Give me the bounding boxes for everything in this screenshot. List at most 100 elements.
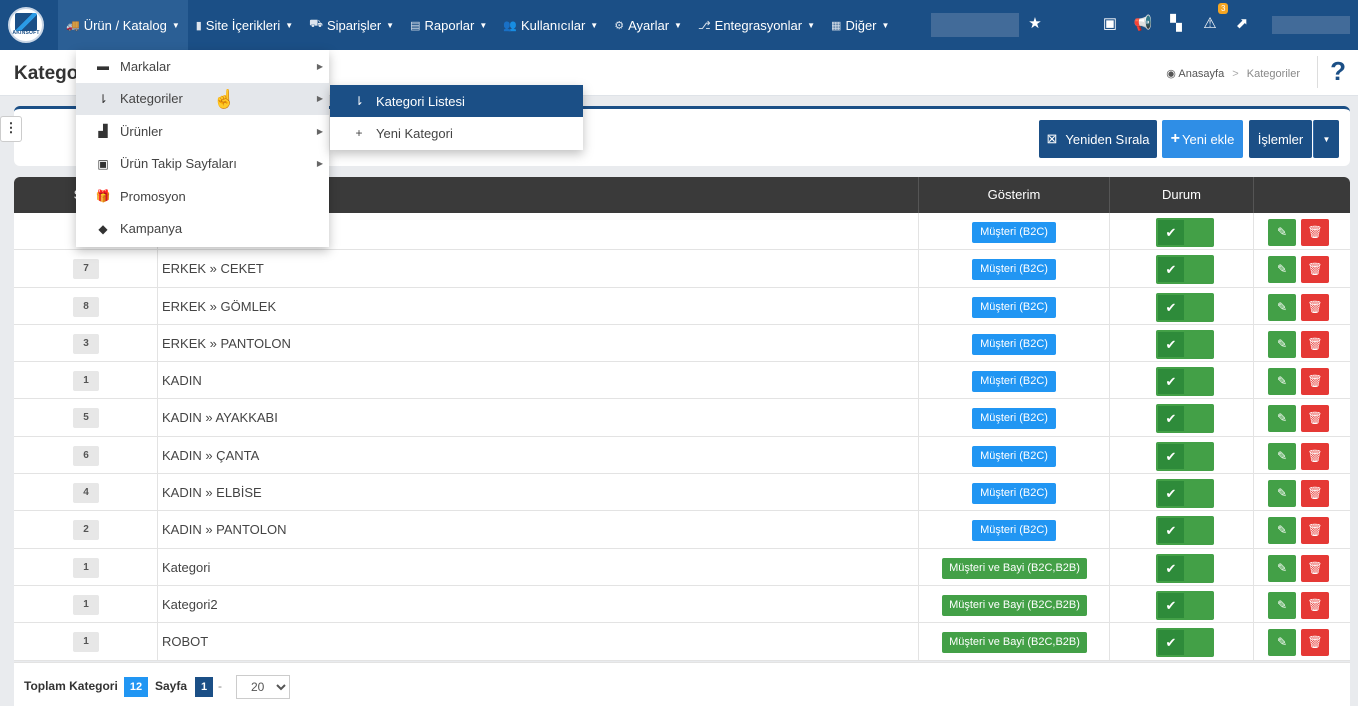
status-toggle[interactable]: ✔ bbox=[1156, 479, 1214, 509]
megaphone-icon[interactable]: 📢 bbox=[1133, 14, 1153, 32]
blurred-user-area[interactable] bbox=[1272, 16, 1350, 34]
category-name[interactable]: Kategori2 bbox=[162, 597, 218, 612]
delete-button[interactable]: 🗑 bbox=[1301, 442, 1329, 470]
external-link-icon[interactable]: ⬈ bbox=[1232, 14, 1252, 32]
menu-item-urunler[interactable]: ▟ Ürünler ▶ bbox=[76, 115, 329, 148]
menu-item-promosyon[interactable]: 🎁 Promosyon bbox=[76, 180, 329, 213]
page-size-select[interactable]: 20 bbox=[236, 675, 290, 699]
delete-button[interactable]: 🗑 bbox=[1301, 219, 1329, 246]
edit-button[interactable]: ✎ bbox=[1268, 480, 1296, 508]
nav-item-entegrasyonlar[interactable]: ⎇ Entegrasyonlar ▼ bbox=[690, 0, 823, 50]
category-name[interactable]: ERKEK » PANTOLON bbox=[162, 336, 291, 351]
menu-item-kampanya[interactable]: ◆ Kampanya bbox=[76, 213, 329, 246]
status-toggle[interactable]: ✔ bbox=[1156, 404, 1214, 434]
category-name[interactable]: ROBOT bbox=[162, 634, 208, 649]
reorder-button[interactable]: ⊠ Yeniden Sırala bbox=[1039, 120, 1157, 158]
edit-button[interactable]: ✎ bbox=[1268, 330, 1296, 358]
hand-pointer-icon: ☝ bbox=[213, 89, 236, 109]
order-badge: 3 bbox=[73, 333, 99, 354]
edit-button[interactable]: ✎ bbox=[1268, 219, 1296, 246]
check-icon: ✔ bbox=[1158, 220, 1184, 245]
edit-button[interactable]: ✎ bbox=[1268, 517, 1296, 545]
warning-icon[interactable]: ⚠ bbox=[1200, 14, 1220, 32]
nav-item-urun-katalog[interactable]: 🚚 Ürün / Katalog ▼ bbox=[58, 0, 188, 50]
category-name[interactable]: KADIN » ELBİSE bbox=[162, 485, 262, 500]
category-name[interactable]: ERKEK » GÖMLEK bbox=[162, 299, 276, 314]
status-toggle[interactable]: ✔ bbox=[1156, 255, 1214, 285]
nav-item-label: Raporlar bbox=[424, 17, 475, 33]
menu-item-urun-takip-sayfalari[interactable]: ▣ Ürün Takip Sayfaları ▶ bbox=[76, 148, 329, 181]
breadcrumb-current: Kategoriler bbox=[1246, 68, 1300, 80]
delete-button[interactable]: 🗑 bbox=[1301, 293, 1329, 321]
check-icon: ✔ bbox=[1158, 443, 1184, 469]
edit-button[interactable]: ✎ bbox=[1268, 405, 1296, 433]
delete-button[interactable]: 🗑 bbox=[1301, 256, 1329, 284]
status-toggle[interactable]: ✔ bbox=[1156, 367, 1214, 397]
edit-button[interactable]: ✎ bbox=[1268, 442, 1296, 470]
nav-item-raporlar[interactable]: ▤ Raporlar ▼ bbox=[402, 0, 495, 50]
check-icon: ✔ bbox=[1158, 518, 1184, 544]
star-icon[interactable]: ★ bbox=[1025, 14, 1045, 32]
delete-button[interactable]: 🗑 bbox=[1301, 330, 1329, 358]
menu-item-markalar[interactable]: ▬ Markalar ▶ bbox=[76, 50, 329, 83]
pencil-icon: ✎ bbox=[1276, 523, 1288, 538]
check-icon: ✔ bbox=[1158, 294, 1184, 320]
delete-button[interactable]: 🗑 bbox=[1301, 368, 1329, 396]
menu-item-kategoriler[interactable]: ⇂ Kategoriler ▶ bbox=[76, 82, 329, 115]
category-name[interactable]: KADIN bbox=[162, 373, 202, 388]
help-icon[interactable]: ? bbox=[1317, 56, 1346, 88]
actions-button[interactable]: İşlemler bbox=[1249, 120, 1312, 158]
delete-button[interactable]: 🗑 bbox=[1301, 517, 1329, 545]
status-toggle[interactable]: ✔ bbox=[1156, 292, 1214, 322]
edit-button[interactable]: ✎ bbox=[1268, 293, 1296, 321]
delete-button[interactable]: 🗑 bbox=[1301, 629, 1329, 657]
category-name[interactable]: KADIN » AYAKKABI bbox=[162, 410, 278, 425]
status-toggle[interactable]: ✔ bbox=[1156, 553, 1214, 583]
edit-button[interactable]: ✎ bbox=[1268, 591, 1296, 619]
add-new-label: Yeni ekle bbox=[1182, 131, 1235, 147]
caret-right-icon: ▶ bbox=[316, 94, 323, 104]
category-name[interactable]: KADIN » PANTOLON bbox=[162, 522, 287, 537]
document-icon[interactable]: ▣ bbox=[1100, 14, 1120, 32]
side-panel-toggle[interactable]: ⋮ bbox=[0, 116, 22, 142]
delete-button[interactable]: 🗑 bbox=[1301, 480, 1329, 508]
brand-logo[interactable]: AKINSOFT bbox=[8, 7, 44, 43]
status-toggle[interactable]: ✔ bbox=[1156, 218, 1214, 247]
current-page-badge[interactable]: 1 bbox=[195, 677, 213, 697]
edit-button[interactable]: ✎ bbox=[1268, 629, 1296, 657]
column-header-display[interactable]: Gösterim bbox=[918, 177, 1109, 213]
status-toggle[interactable]: ✔ bbox=[1156, 516, 1214, 546]
submenu-item-yeni-kategori[interactable]: + Yeni Kategori bbox=[330, 117, 583, 149]
breadcrumb: ◉ Anasayfa > Kategoriler bbox=[1166, 67, 1300, 80]
check-icon: ✔ bbox=[1158, 369, 1184, 395]
display-badge: Müşteri (B2C) bbox=[972, 259, 1056, 281]
edit-button[interactable]: ✎ bbox=[1268, 368, 1296, 396]
category-name[interactable]: ERKEK » CEKET bbox=[162, 261, 264, 276]
nav-item-diger[interactable]: ▦ Diğer ▼ bbox=[823, 0, 897, 50]
caret-right-icon: ▶ bbox=[316, 159, 323, 169]
actions-dropdown-toggle[interactable]: ▼ bbox=[1313, 120, 1339, 158]
delete-button[interactable]: 🗑 bbox=[1301, 405, 1329, 433]
total-count-badge: 12 bbox=[124, 677, 148, 697]
table-row: 1 ROBOT Müşteri ve Bayi (B2C,B2B) ✔ ✎ 🗑 bbox=[14, 623, 1350, 661]
delete-button[interactable]: 🗑 bbox=[1301, 554, 1329, 582]
status-toggle[interactable]: ✔ bbox=[1156, 441, 1214, 471]
nav-item-site-icerikleri[interactable]: ▮ Site İçerikleri ▼ bbox=[188, 0, 301, 50]
status-toggle[interactable]: ✔ bbox=[1156, 628, 1214, 658]
grid-icon[interactable]: ▚ bbox=[1166, 14, 1186, 32]
submenu-item-kategori-listesi[interactable]: ⇂ Kategori Listesi bbox=[330, 85, 583, 117]
delete-button[interactable]: 🗑 bbox=[1301, 591, 1329, 619]
column-header-status[interactable]: Durum bbox=[1109, 177, 1253, 213]
category-name[interactable]: Kategori bbox=[162, 560, 210, 575]
nav-item-ayarlar[interactable]: ⚙ Ayarlar ▼ bbox=[606, 0, 690, 50]
status-toggle[interactable]: ✔ bbox=[1156, 329, 1214, 359]
breadcrumb-home[interactable]: Anasayfa bbox=[1178, 68, 1224, 80]
status-toggle[interactable]: ✔ bbox=[1156, 590, 1214, 620]
nav-item-siparisler[interactable]: ⛟ Siparişler ▼ bbox=[301, 0, 402, 50]
nav-item-kullanicilar[interactable]: 👥 Kullanıcılar ▼ bbox=[495, 0, 606, 50]
edit-button[interactable]: ✎ bbox=[1268, 554, 1296, 582]
edit-button[interactable]: ✎ bbox=[1268, 256, 1296, 284]
category-name[interactable]: KADIN » ÇANTA bbox=[162, 448, 259, 463]
add-new-button[interactable]: + Yeni ekle bbox=[1162, 120, 1243, 158]
order-badge: 1 bbox=[73, 557, 99, 578]
